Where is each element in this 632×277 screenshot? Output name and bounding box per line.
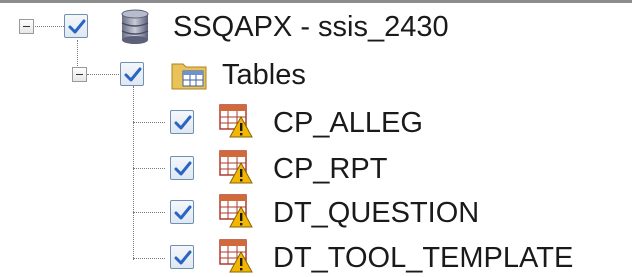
table-label: CP_ALLEG bbox=[273, 107, 423, 139]
folder-table-icon bbox=[171, 63, 207, 90]
tables-folder-label: Tables bbox=[222, 59, 306, 91]
collapse-button[interactable] bbox=[72, 67, 87, 82]
tree-view: SSQAPX - ssis_2430 Tables CP_ALLEG CP_RP… bbox=[0, 0, 632, 277]
table-label: DT_QUESTION bbox=[273, 197, 480, 229]
tree-node-table[interactable]: CP_ALLEG bbox=[0, 100, 632, 152]
table-warning-icon bbox=[219, 239, 253, 273]
table-warning-icon bbox=[219, 104, 253, 138]
table-warning-icon bbox=[219, 194, 253, 228]
checkbox-table[interactable] bbox=[170, 245, 194, 269]
tree-node-database[interactable]: SSQAPX - ssis_2430 bbox=[0, 6, 632, 58]
table-label: DT_TOOL_TEMPLATE bbox=[273, 242, 574, 274]
tree-node-table[interactable]: DT_TOOL_TEMPLATE bbox=[0, 235, 632, 277]
collapse-button[interactable] bbox=[19, 19, 34, 34]
database-icon bbox=[121, 9, 149, 44]
table-warning-icon bbox=[219, 150, 253, 184]
table-label: CP_RPT bbox=[273, 153, 388, 185]
top-border bbox=[0, 0, 632, 3]
checkbox-table[interactable] bbox=[170, 200, 194, 224]
database-label: SSQAPX - ssis_2430 bbox=[173, 11, 449, 43]
checkbox-tables[interactable] bbox=[120, 62, 144, 86]
checkbox-table[interactable] bbox=[170, 110, 194, 134]
checkbox-database[interactable] bbox=[64, 14, 88, 38]
tree-node-tables-folder[interactable]: Tables bbox=[0, 54, 632, 106]
checkbox-table[interactable] bbox=[170, 156, 194, 180]
